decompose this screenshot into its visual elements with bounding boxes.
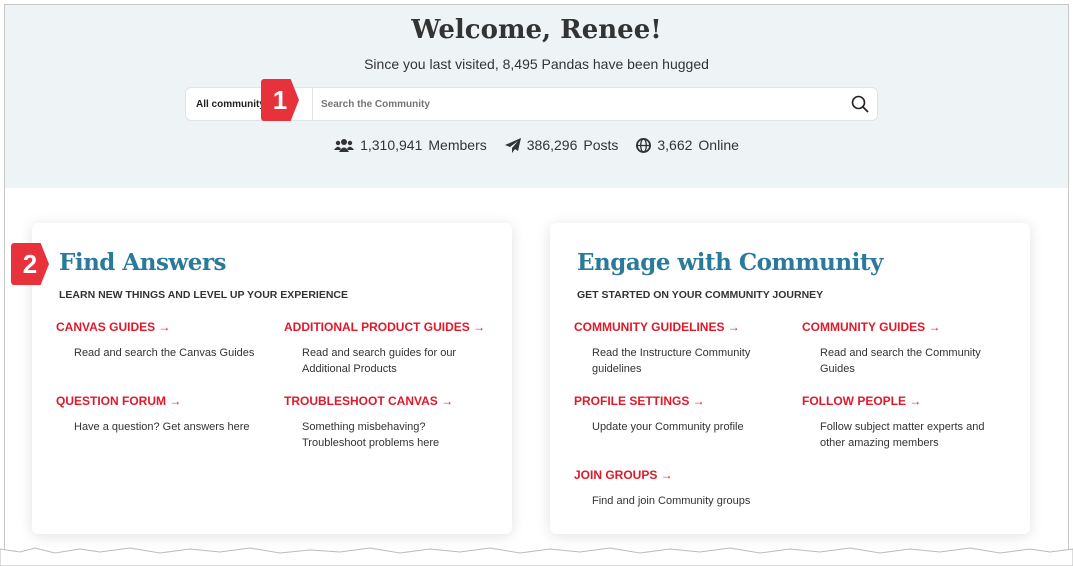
find-answers-card: Find Answers LEARN NEW THINGS AND LEVEL … [32,223,512,534]
welcome-title: Welcome, Renee! [411,15,662,45]
globe-icon [636,137,652,153]
list-item: COMMUNITY GUIDELINES → Read the Instructu… [574,320,794,377]
item-description: Something misbehaving? Troubleshoot prob… [302,421,440,449]
item-description: Update your Community profile [592,421,744,433]
card-subtitle: LEARN NEW THINGS AND LEVEL UP YOUR EXPER… [59,289,348,301]
users-icon [334,139,355,152]
troubleshoot-canvas-link[interactable]: TROUBLESHOOT CANVAS → [284,394,504,408]
follow-people-link[interactable]: FOLLOW PEOPLE → [802,394,1022,408]
card-subtitle: GET STARTED ON YOUR COMMUNITY JOURNEY [577,289,824,301]
search-input[interactable] [313,98,843,110]
item-description: Read and search the Community Guides [820,347,981,375]
item-description: Read and search guides for our Additiona… [302,347,457,375]
join-groups-link[interactable]: JOIN GROUPS → [574,468,794,482]
stat-online-value: 3,662 [657,137,693,153]
list-item: CANVAS GUIDES → Read and search the Canva… [56,320,276,361]
stat-posts-label: Posts [583,137,619,153]
item-description: Find and join Community groups [592,495,751,507]
community-guidelines-link[interactable]: COMMUNITY GUIDELINES → [574,320,794,334]
question-forum-link[interactable]: QUESTION FORUM → [56,394,276,408]
list-item: TROUBLESHOOT CANVAS → Something misbehavi… [284,394,504,451]
welcome-subtitle: Since you last visited, 8,495 Pandas hav… [364,56,709,72]
item-description: Follow subject matter experts and other … [820,421,985,449]
card-title: Engage with Community [577,249,883,276]
stat-online-label: Online [698,137,739,153]
stat-posts: 386,296 Posts [504,137,619,153]
paper-plane-icon [504,137,521,153]
torn-edge [0,547,1073,566]
profile-settings-link[interactable]: PROFILE SETTINGS → [574,394,794,408]
community-stats: 1,310,941 Members 386,296 Posts 3,662 On… [5,137,1068,153]
list-item: COMMUNITY GUIDES → Read and search the Co… [802,320,1022,377]
page-frame: Welcome, Renee! Since you last visited, … [4,4,1069,552]
welcome-hero: Welcome, Renee! Since you last visited, … [5,5,1068,188]
list-item: ADDITIONAL PRODUCT GUIDES → Read and sear… [284,320,504,377]
stat-members: 1,310,941 Members [334,137,487,153]
stat-members-label: Members [428,137,487,153]
list-item: JOIN GROUPS → Find and join Community gro… [574,468,794,509]
list-item: QUESTION FORUM → Have a question? Get ans… [56,394,276,435]
community-guides-link[interactable]: COMMUNITY GUIDES → [802,320,1022,334]
stat-online: 3,662 Online [636,137,739,153]
stat-members-value: 1,310,941 [360,137,423,153]
search-icon[interactable] [843,95,877,113]
card-title: Find Answers [59,249,226,276]
item-description: Read the Instructure Community guideline… [592,347,751,375]
list-item: PROFILE SETTINGS → Update your Community … [574,394,794,435]
item-description: Have a question? Get answers here [74,421,250,433]
additional-product-guides-link[interactable]: ADDITIONAL PRODUCT GUIDES → [284,320,504,334]
item-description: Read and search the Canvas Guides [74,347,255,359]
stat-posts-value: 386,296 [526,137,578,153]
engage-community-card: Engage with Community GET STARTED ON YOU… [550,223,1030,534]
list-item: FOLLOW PEOPLE → Follow subject matter exp… [802,394,1022,451]
canvas-guides-link[interactable]: CANVAS GUIDES → [56,320,276,334]
